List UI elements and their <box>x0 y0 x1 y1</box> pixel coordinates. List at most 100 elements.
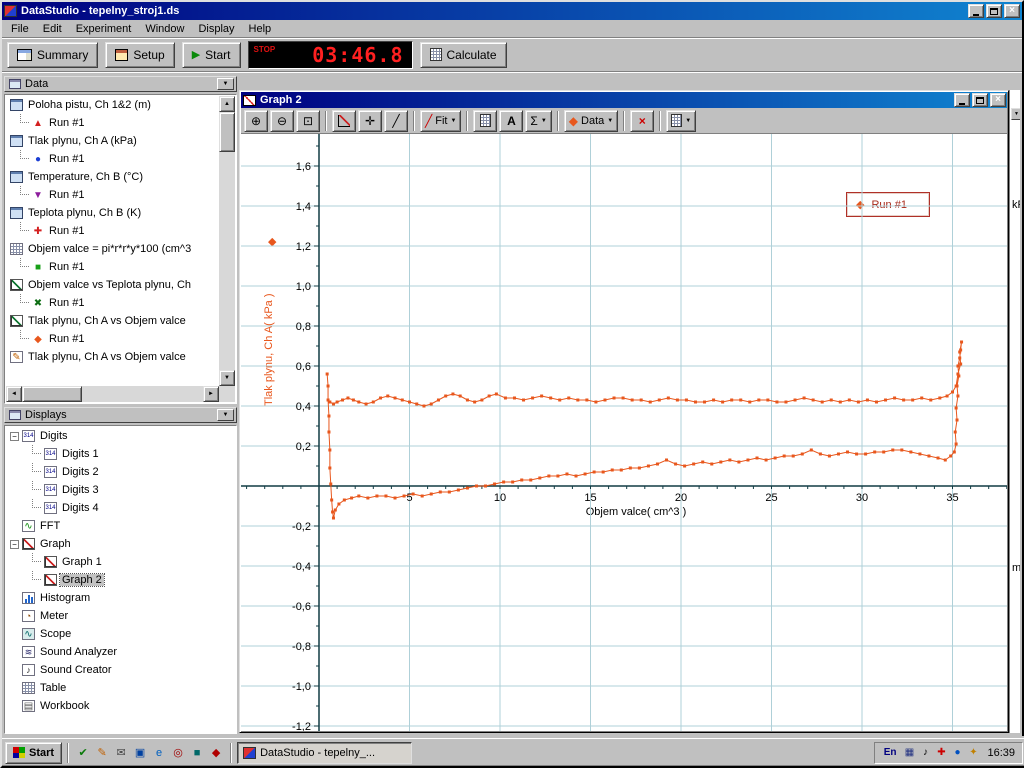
data-source-item[interactable]: Tlak plynu, Ch A vs Objem valce <box>6 312 219 330</box>
maximize-button[interactable] <box>986 4 1002 18</box>
tray-icon-4[interactable]: ● <box>950 747 964 758</box>
tree-expander[interactable]: − <box>10 432 19 441</box>
menu-item-experiment[interactable]: Experiment <box>69 21 139 37</box>
tray-icon-5[interactable]: ✦ <box>966 747 980 758</box>
tree-connector <box>32 463 41 472</box>
display-item-graph[interactable]: −Graph <box>6 535 235 553</box>
display-item-digits[interactable]: −Digits <box>6 427 235 445</box>
background-window-button[interactable]: ▼ <box>1011 108 1020 120</box>
display-item-histogram[interactable]: Histogram <box>6 589 235 607</box>
fit-menu-button[interactable]: ╱Fit▼ <box>420 110 461 132</box>
menu-item-display[interactable]: Display <box>191 21 241 37</box>
graph-window-icon[interactable] <box>243 95 256 106</box>
display-item-scope[interactable]: Scope <box>6 625 235 643</box>
scroll-right-button[interactable]: ► <box>203 386 219 402</box>
display-item-meter[interactable]: Meter <box>6 607 235 625</box>
graph-window-titlebar[interactable]: Graph 2 × <box>241 92 1007 108</box>
data-source-item[interactable]: Objem valce = pi*r*r*y*100 (cm^3 <box>6 240 219 258</box>
graph-close-button[interactable]: × <box>990 93 1006 107</box>
display-item-sound-creator[interactable]: Sound Creator <box>6 661 235 679</box>
data-panel-menu-button[interactable]: ▼ <box>217 78 234 90</box>
language-indicator[interactable]: En <box>882 746 899 759</box>
menu-item-help[interactable]: Help <box>242 21 279 37</box>
displays-panel-menu-button[interactable]: ▼ <box>217 409 234 421</box>
run-item[interactable]: ■Run #1 <box>6 258 219 276</box>
start-button[interactable]: ▶ Start <box>182 42 241 68</box>
display-item-digits-2[interactable]: Digits 2 <box>6 463 235 481</box>
settings-button[interactable]: ▼ <box>666 110 696 132</box>
svg-text:1,6: 1,6 <box>296 161 311 173</box>
quicklaunch-icon-4[interactable]: ▣ <box>131 744 149 762</box>
run-item[interactable]: ▼Run #1 <box>6 186 219 204</box>
scroll-up-button[interactable]: ▲ <box>219 96 235 112</box>
zoom-out-button[interactable]: ⊖ <box>270 110 294 132</box>
display-item-fft[interactable]: FFT <box>6 517 235 535</box>
hscroll-thumb[interactable] <box>22 386 82 402</box>
run-item[interactable]: ▲Run #1 <box>6 114 219 132</box>
close-button[interactable]: × <box>1004 4 1020 18</box>
calculate-button[interactable]: Calculate <box>420 42 507 68</box>
menu-item-file[interactable]: File <box>4 21 36 37</box>
quicklaunch-icon-8[interactable]: ◆ <box>207 744 225 762</box>
scale-to-fit-button[interactable] <box>332 110 356 132</box>
data-source-item[interactable]: Temperature, Ch B (°C) <box>6 168 219 186</box>
data-source-item[interactable]: Objem valce vs Teplota plynu, Ch <box>6 276 219 294</box>
tray-icon-2[interactable]: ♪ <box>918 747 932 758</box>
task-button-datastudio[interactable]: DataStudio - tepelny_... <box>237 742 412 764</box>
setup-button[interactable]: Setup <box>105 42 174 68</box>
quicklaunch-icon-3[interactable]: ✉ <box>112 744 130 762</box>
statistics-button[interactable]: Σ▼ <box>525 110 551 132</box>
svg-text:-1,2: -1,2 <box>292 721 311 731</box>
setup-icon <box>115 49 128 61</box>
display-item-sound-analyzer[interactable]: Sound Analyzer <box>6 643 235 661</box>
tray-icon-3[interactable]: ✚ <box>934 747 948 758</box>
smart-tool-button[interactable]: ✛ <box>358 110 382 132</box>
text-tool-button[interactable]: A <box>499 110 523 132</box>
vscroll-thumb[interactable] <box>219 112 235 152</box>
remove-button[interactable]: × <box>630 110 654 132</box>
display-item-digits-3[interactable]: Digits 3 <box>6 481 235 499</box>
display-item-workbook[interactable]: Workbook <box>6 697 235 715</box>
data-source-item[interactable]: Poloha pistu, Ch 1&2 (m) <box>6 96 219 114</box>
run-item[interactable]: ✖Run #1 <box>6 294 219 312</box>
graph-maximize-button[interactable] <box>972 93 988 107</box>
display-item-graph-2[interactable]: Graph 2 <box>6 571 235 589</box>
app-icon[interactable] <box>4 5 17 17</box>
quicklaunch-icon-2[interactable]: ✎ <box>93 744 111 762</box>
chart-canvas[interactable]: 1,61,41,21,00,80,60,40,2-0,2-0,4-0,6-0,8… <box>241 134 1007 731</box>
run-item[interactable]: ◆Run #1 <box>6 330 219 348</box>
summary-button[interactable]: Summary <box>7 42 98 68</box>
quicklaunch-icon-6[interactable]: ◎ <box>169 744 187 762</box>
minimize-button[interactable] <box>968 4 984 18</box>
zoom-select-button[interactable]: ⊡ <box>296 110 320 132</box>
data-tree-vscrollbar[interactable]: ▲ ▼ <box>219 96 235 386</box>
run-item[interactable]: ●Run #1 <box>6 150 219 168</box>
display-item-graph-1[interactable]: Graph 1 <box>6 553 235 571</box>
display-item-digits-4[interactable]: Digits 4 <box>6 499 235 517</box>
display-item-digits-1[interactable]: Digits 1 <box>6 445 235 463</box>
quicklaunch-icon-7[interactable]: ■ <box>188 744 206 762</box>
run-item[interactable]: ✚Run #1 <box>6 222 219 240</box>
tree-expander[interactable]: − <box>10 540 19 549</box>
scroll-left-button[interactable]: ◄ <box>6 386 22 402</box>
tray-icon-1[interactable]: ▦ <box>902 747 916 758</box>
slope-tool-button[interactable]: ╱ <box>384 110 408 132</box>
data-source-item[interactable]: Tlak plynu, Ch A (kPa) <box>6 132 219 150</box>
menu-item-window[interactable]: Window <box>138 21 191 37</box>
menu-item-edit[interactable]: Edit <box>36 21 69 37</box>
zoom-in-button[interactable]: ⊕ <box>244 110 268 132</box>
data-menu-button[interactable]: ◆Data▼ <box>564 110 618 132</box>
chart-plot-area[interactable]: ◆ Tlak plynu, Ch A( kPa ) Objem valce( c… <box>241 134 1007 731</box>
quicklaunch-icon-5[interactable]: e <box>150 744 168 762</box>
display-item-table[interactable]: Table <box>6 679 235 697</box>
data-source-item[interactable]: Teplota plynu, Ch B (K) <box>6 204 219 222</box>
scroll-down-button[interactable]: ▼ <box>219 370 235 386</box>
quicklaunch-icon-1[interactable]: ✔ <box>74 744 92 762</box>
data-tree-hscrollbar[interactable]: ◄ ► <box>6 386 219 402</box>
taskbar-clock[interactable]: 16:39 <box>987 747 1015 759</box>
summary-icon <box>17 49 32 61</box>
graph-minimize-button[interactable] <box>954 93 970 107</box>
calculator-button[interactable] <box>473 110 497 132</box>
data-source-item[interactable]: Tlak plynu, Ch A vs Objem valce <box>6 348 219 366</box>
start-menu-button[interactable]: Start <box>5 742 62 764</box>
